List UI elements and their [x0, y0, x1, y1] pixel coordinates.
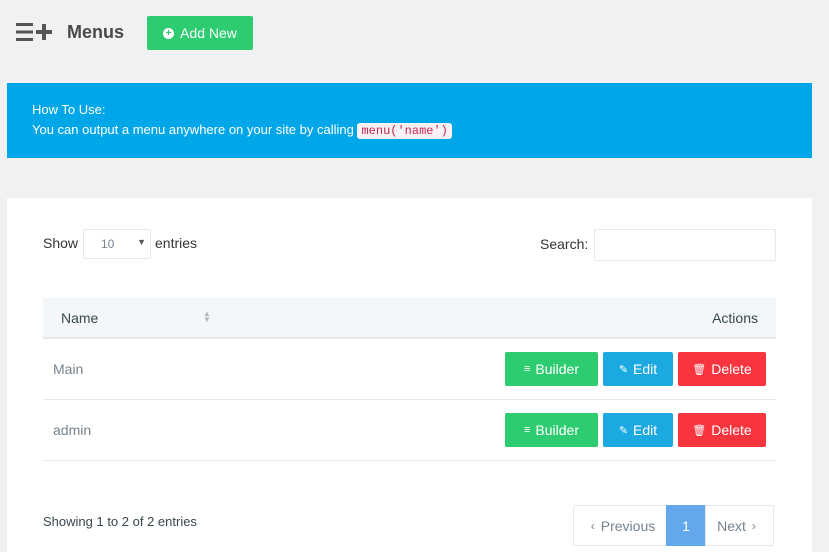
- delete-button[interactable]: 🗑 Delete: [678, 413, 766, 447]
- builder-label: Builder: [535, 361, 579, 377]
- add-new-label: Add New: [180, 25, 237, 41]
- delete-label: Delete: [711, 361, 752, 377]
- chevron-right-icon: ›: [751, 518, 756, 533]
- table-row: Main ≡ Builder ✎ Edit 🗑 Delete: [43, 339, 776, 400]
- alert-title: How To Use:: [32, 102, 106, 117]
- trash-icon: 🗑: [692, 363, 707, 376]
- edit-icon: ✎: [618, 424, 629, 437]
- entries-length-value: 10: [101, 237, 115, 251]
- column-header-name[interactable]: Name: [61, 310, 98, 326]
- menu-name-cell: admin: [53, 422, 92, 438]
- next-page-button[interactable]: Next ›: [705, 505, 774, 546]
- previous-label: Previous: [600, 517, 656, 534]
- menu-name-cell: Main: [53, 361, 84, 377]
- table-info: Showing 1 to 2 of 2 entries: [43, 514, 197, 529]
- trash-icon: 🗑: [692, 424, 707, 437]
- delete-label: Delete: [711, 422, 752, 438]
- edit-label: Edit: [633, 422, 658, 438]
- plus-circle-icon: +: [163, 27, 175, 39]
- search-label: Search:: [540, 236, 589, 252]
- list-icon: ≡: [523, 424, 531, 436]
- next-label: Next: [717, 517, 746, 534]
- show-label: Show: [43, 235, 79, 251]
- menus-panel: Show 10 ▼ entries Search: Name ▲ ▼ Action…: [7, 198, 812, 552]
- alert-text-line: You can output a menu anywhere on your s…: [32, 120, 787, 141]
- column-header-actions: Actions: [712, 310, 758, 326]
- menus-table: Name ▲ ▼ Actions Main ≡ Builder ✎ Edit 🗑 …: [43, 298, 776, 461]
- how-to-use-alert: How To Use: You can output a menu anywhe…: [7, 83, 812, 158]
- alert-code: menu('name'): [357, 123, 452, 139]
- edit-icon: ✎: [618, 363, 629, 376]
- chevron-left-icon: ‹: [590, 518, 595, 533]
- add-new-button[interactable]: + Add New: [147, 16, 253, 50]
- entries-label: entries: [155, 235, 198, 251]
- sort-icon[interactable]: ▲ ▼: [203, 310, 211, 324]
- builder-button[interactable]: ≡ Builder: [505, 413, 598, 447]
- list-icon: ≡: [523, 363, 531, 375]
- previous-page-button[interactable]: ‹ Previous: [573, 505, 667, 546]
- edit-button[interactable]: ✎ Edit: [603, 413, 673, 447]
- alert-text: You can output a menu anywhere on your s…: [32, 122, 354, 137]
- page-1-button[interactable]: 1: [666, 505, 706, 546]
- page-header: Menus + Add New: [0, 0, 829, 66]
- pagination: ‹ Previous 1 Next ›: [573, 505, 774, 546]
- page-title: Menus: [67, 22, 125, 42]
- table-row: admin ≡ Builder ✎ Edit 🗑 Delete: [43, 400, 776, 461]
- delete-button[interactable]: 🗑 Delete: [678, 352, 766, 386]
- search-input[interactable]: [594, 229, 776, 261]
- caret-down-icon: ▼: [137, 237, 146, 247]
- builder-button[interactable]: ≡ Builder: [505, 352, 598, 386]
- builder-label: Builder: [535, 422, 579, 438]
- table-header: Name ▲ ▼ Actions: [43, 298, 776, 339]
- edit-label: Edit: [633, 361, 658, 377]
- menu-plus-icon: [16, 23, 52, 41]
- entries-length-select[interactable]: 10 ▼: [83, 229, 151, 259]
- edit-button[interactable]: ✎ Edit: [603, 352, 673, 386]
